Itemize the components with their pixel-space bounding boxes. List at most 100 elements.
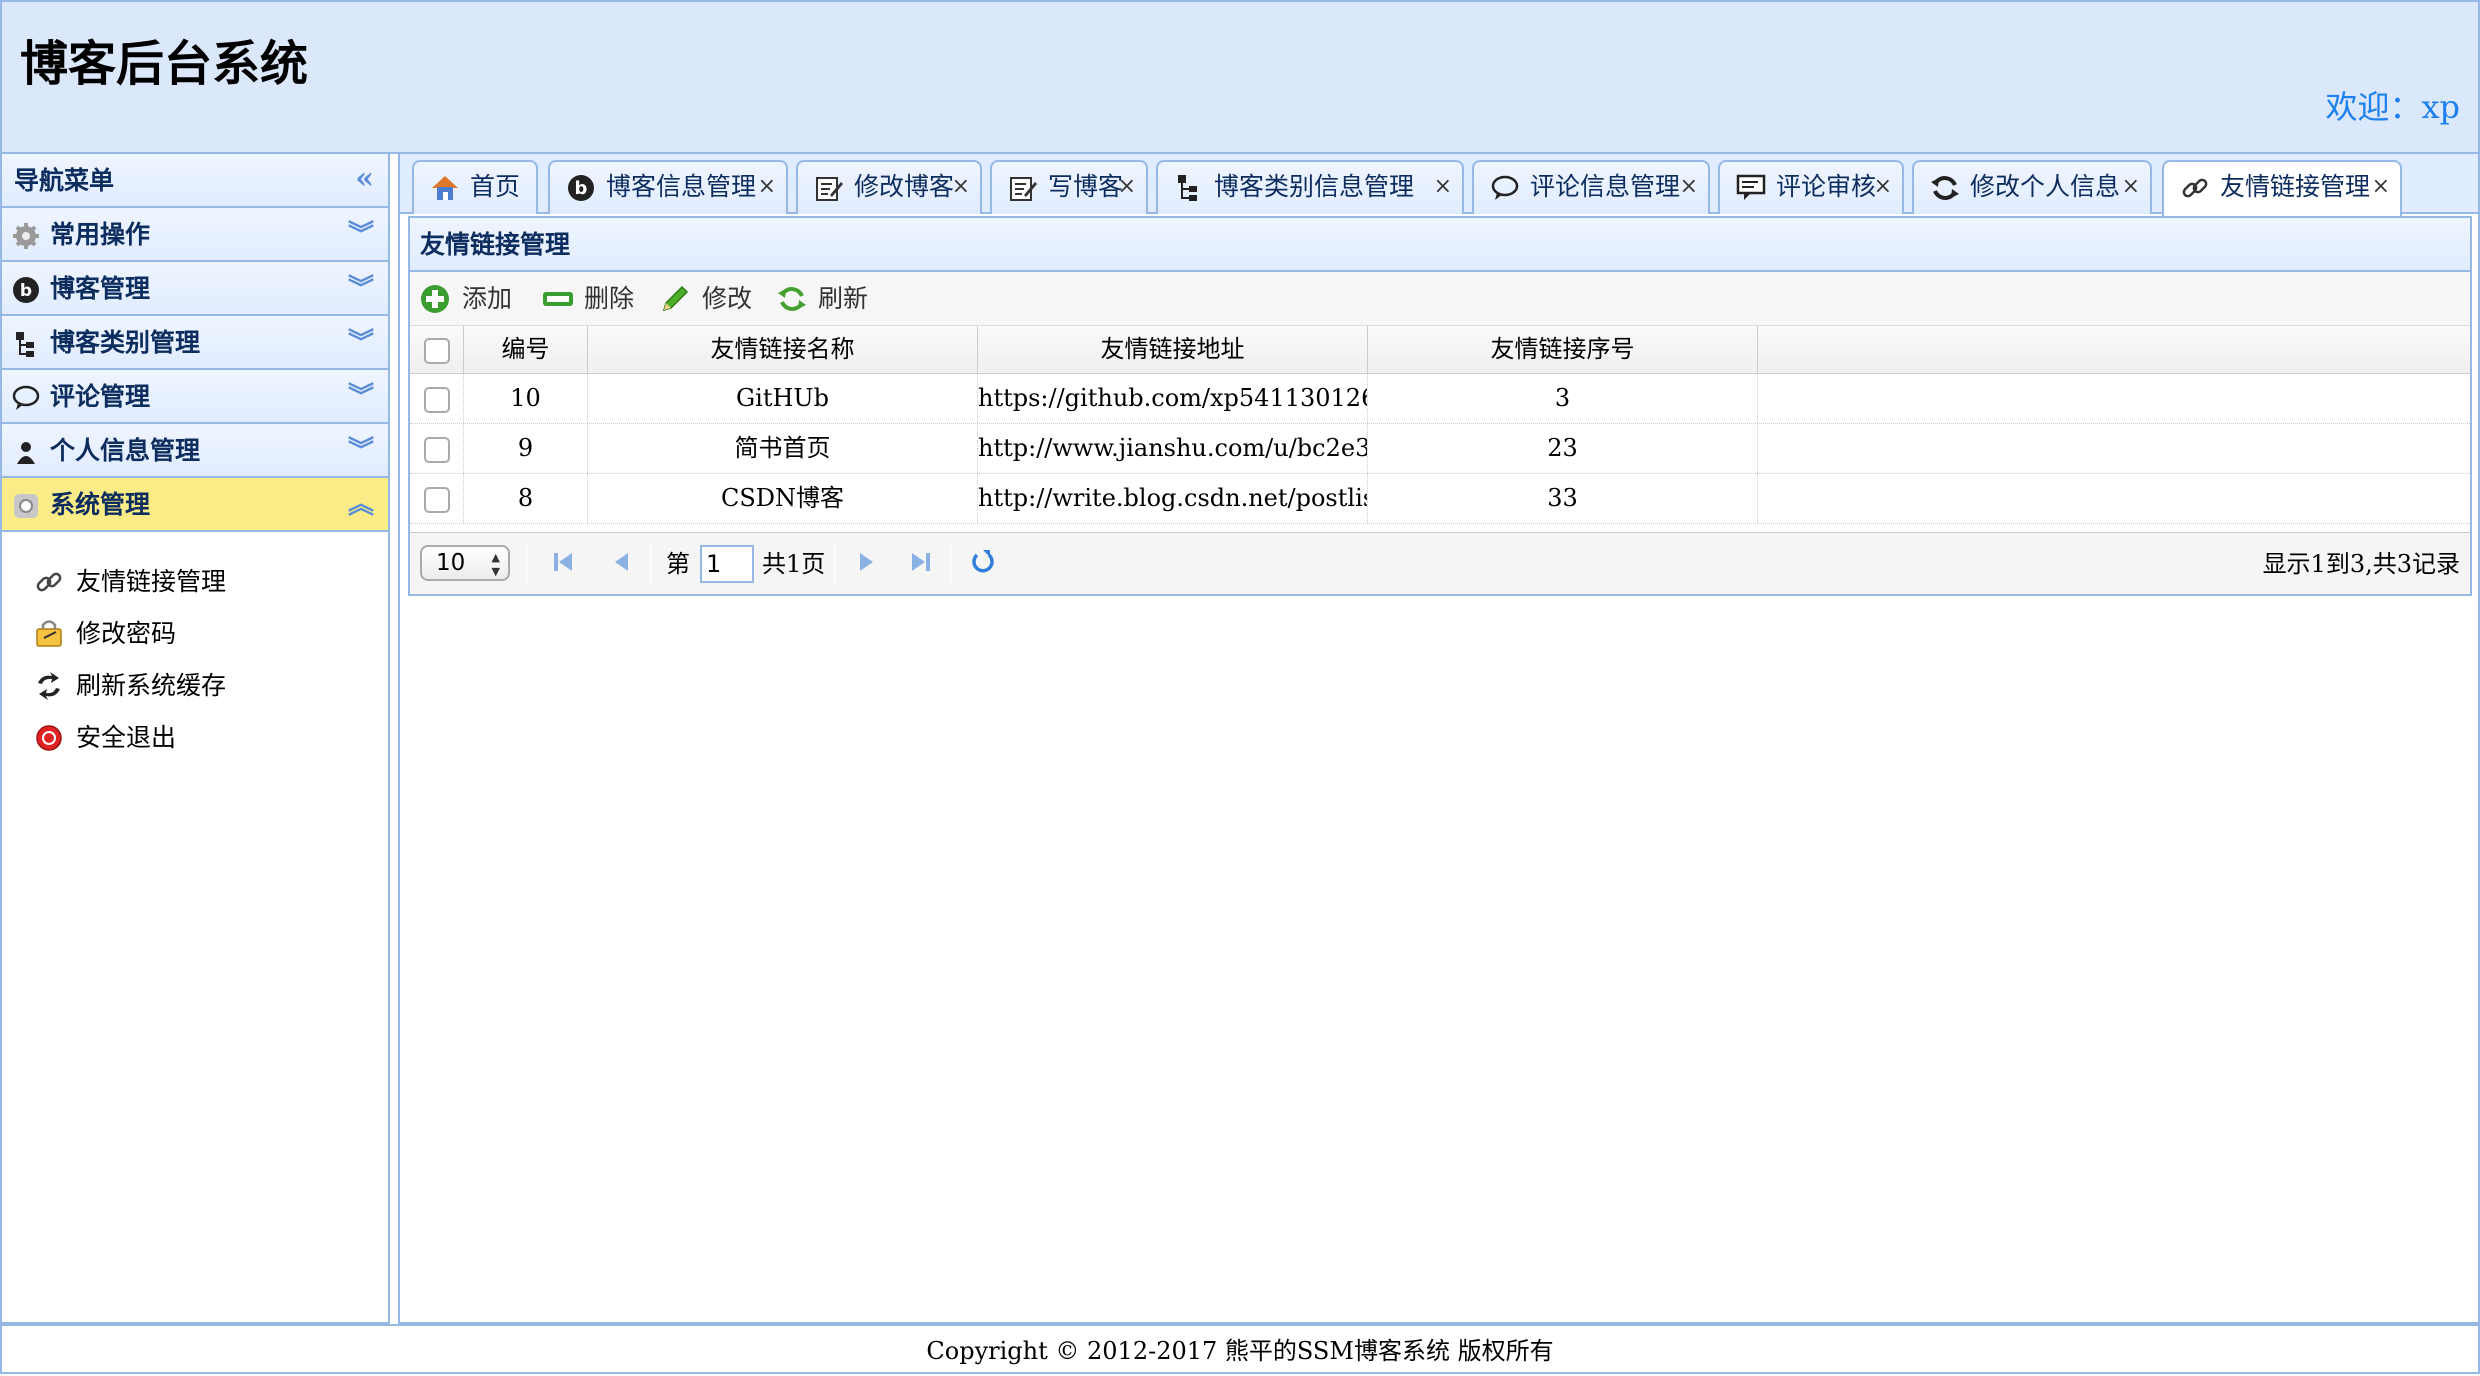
- pager-divider: [526, 541, 527, 587]
- accordion-profile[interactable]: 个人信息管理 ︾: [2, 424, 388, 478]
- toolbar: 添加 删除 修改 刷新: [410, 272, 2470, 326]
- menu-item-label: 刷新系统缓存: [76, 671, 227, 700]
- close-icon[interactable]: ×: [952, 162, 970, 212]
- table-row[interactable]: 9 简书首页 http://www.jianshu.com/u/bc2e35b6…: [410, 424, 2470, 474]
- row-checkbox[interactable]: [423, 436, 450, 463]
- refresh-button[interactable]: 刷新: [776, 272, 868, 326]
- row-select-cell: [410, 474, 464, 523]
- menu-item-logout[interactable]: 安全退出: [2, 712, 388, 764]
- gear-icon: [13, 223, 39, 249]
- edit-button[interactable]: 修改: [660, 272, 752, 326]
- select-all-checkbox[interactable]: [423, 337, 450, 364]
- accordion-comment[interactable]: 评论管理 ︾: [2, 370, 388, 424]
- panel-title: 友情链接管理: [410, 218, 2470, 272]
- column-header-id[interactable]: 编号: [464, 326, 588, 373]
- delete-label: 删除: [584, 284, 635, 313]
- row-checkbox[interactable]: [423, 386, 450, 413]
- close-icon[interactable]: ×: [2372, 162, 2390, 212]
- tab-label: 评论信息管理: [1530, 172, 1681, 201]
- tab-bar: 首页 b 博客信息管理 × 修改博客 × 写博客 × 博客类别信息管理 × 评论…: [400, 154, 2478, 216]
- first-page-icon[interactable]: [548, 547, 578, 577]
- last-page-icon[interactable]: [906, 547, 936, 577]
- prev-page-icon[interactable]: [606, 547, 636, 577]
- expand-icon[interactable]: ︾: [348, 316, 374, 370]
- accordion-label: 个人信息管理: [50, 436, 201, 465]
- column-header-name[interactable]: 友情链接名称: [588, 326, 978, 373]
- close-icon[interactable]: ×: [1434, 162, 1452, 212]
- page-number-input[interactable]: 1: [700, 545, 754, 583]
- tab-label: 写博客: [1048, 172, 1124, 201]
- tab-label: 博客类别信息管理: [1214, 172, 1415, 201]
- pager-divider: [834, 541, 835, 587]
- add-icon: [421, 285, 449, 313]
- close-icon[interactable]: ×: [2122, 162, 2140, 212]
- accordion-common[interactable]: 常用操作 ︾: [2, 208, 388, 262]
- accordion-label: 博客管理: [50, 274, 151, 303]
- table-row[interactable]: 10 GitHUb https://github.com/xp541130126…: [410, 374, 2470, 424]
- cell-name: 简书首页: [588, 424, 978, 473]
- tab-label: 评论审核: [1776, 172, 1877, 201]
- sidebar: 导航菜单 « 常用操作 ︾ b 博客管理 ︾ 博客类别管理 ︾ 评论管理 ︾ 个…: [0, 154, 390, 1324]
- pager-divider: [650, 541, 651, 587]
- cell-name: CSDN博客: [588, 474, 978, 523]
- home-icon: [432, 176, 458, 200]
- accordion-system[interactable]: 系统管理 ︽: [2, 478, 388, 532]
- expand-icon[interactable]: ︾: [348, 262, 374, 316]
- column-header-url[interactable]: 友情链接地址: [978, 326, 1368, 373]
- system-menu: 友情链接管理 修改密码 刷新系统缓存 安全退出: [2, 532, 388, 764]
- accordion-label: 评论管理: [50, 382, 151, 411]
- add-label: 添加: [462, 284, 513, 313]
- tab-write-blog[interactable]: 写博客 ×: [990, 160, 1148, 214]
- tab-edit-blog[interactable]: 修改博客 ×: [796, 160, 982, 214]
- accordion-category[interactable]: 博客类别管理 ︾: [2, 316, 388, 370]
- accordion-label: 系统管理: [50, 490, 151, 519]
- tab-blog-info[interactable]: b 博客信息管理 ×: [548, 160, 788, 214]
- tab-edit-profile[interactable]: 修改个人信息 ×: [1912, 160, 2152, 214]
- friend-link-panel: 友情链接管理 添加 删除 修改 刷新 编号 友情链接名称 友情链接地址 友情链接…: [408, 216, 2472, 596]
- select-all-cell: [410, 326, 464, 373]
- pager-info: 显示1到3,共3记录: [2262, 550, 2460, 578]
- tab-category-info[interactable]: 博客类别信息管理 ×: [1156, 160, 1464, 214]
- close-icon[interactable]: ×: [1680, 162, 1698, 212]
- tab-home[interactable]: 首页: [412, 160, 538, 214]
- table-row[interactable]: 8 CSDN博客 http://write.blog.csdn.net/post…: [410, 474, 2470, 524]
- row-checkbox[interactable]: [423, 486, 450, 513]
- tab-label: 修改博客: [854, 172, 955, 201]
- welcome-text: 欢迎：xp: [2325, 88, 2460, 126]
- cell-order: 3: [1368, 374, 1758, 423]
- page-size-select[interactable]: 10 ▲ ▼: [420, 545, 510, 581]
- tab-friend-links[interactable]: 友情链接管理 ×: [2162, 160, 2402, 216]
- delete-button[interactable]: 删除: [542, 272, 634, 326]
- tab-label: 友情链接管理: [2220, 172, 2371, 201]
- collapse-sidebar-icon[interactable]: «: [355, 154, 374, 204]
- header: 博客后台系统 欢迎：xp: [0, 0, 2480, 154]
- collapse-icon[interactable]: ︽: [348, 478, 374, 532]
- expand-icon[interactable]: ︾: [348, 208, 374, 262]
- tab-comment-info[interactable]: 评论信息管理 ×: [1472, 160, 1710, 214]
- expand-icon[interactable]: ︾: [348, 370, 374, 424]
- close-icon[interactable]: ×: [758, 162, 776, 212]
- accordion-blog[interactable]: b 博客管理 ︾: [2, 262, 388, 316]
- expand-icon[interactable]: ︾: [348, 424, 374, 478]
- next-page-icon[interactable]: [852, 547, 882, 577]
- close-icon[interactable]: ×: [1874, 162, 1892, 212]
- main-area: 首页 b 博客信息管理 × 修改博客 × 写博客 × 博客类别信息管理 × 评论…: [398, 154, 2480, 1324]
- close-icon[interactable]: ×: [1118, 162, 1136, 212]
- tab-label: 修改个人信息: [1970, 172, 2121, 201]
- system-icon: [14, 494, 38, 518]
- comment-icon: [1491, 175, 1519, 200]
- cell-id: 8: [464, 474, 588, 523]
- refresh-icon: [1931, 176, 1959, 200]
- footer: Copyright © 2012-2017 熊平的SSM博客系统 版权所有: [0, 1324, 2480, 1374]
- link-table: 编号 友情链接名称 友情链接地址 友情链接序号 10 GitHUb https:…: [410, 326, 2470, 524]
- add-button[interactable]: 添加: [420, 272, 512, 326]
- blog-icon: b: [568, 175, 594, 201]
- edit-icon: [816, 177, 843, 201]
- column-header-order[interactable]: 友情链接序号: [1368, 326, 1758, 373]
- tab-comment-review[interactable]: 评论审核 ×: [1718, 160, 1904, 214]
- menu-item-label: 友情链接管理: [76, 567, 227, 596]
- menu-item-links[interactable]: 友情链接管理: [2, 556, 388, 608]
- reload-icon[interactable]: [968, 547, 998, 577]
- menu-item-password[interactable]: 修改密码: [2, 608, 388, 660]
- menu-item-refresh-cache[interactable]: 刷新系统缓存: [2, 660, 388, 712]
